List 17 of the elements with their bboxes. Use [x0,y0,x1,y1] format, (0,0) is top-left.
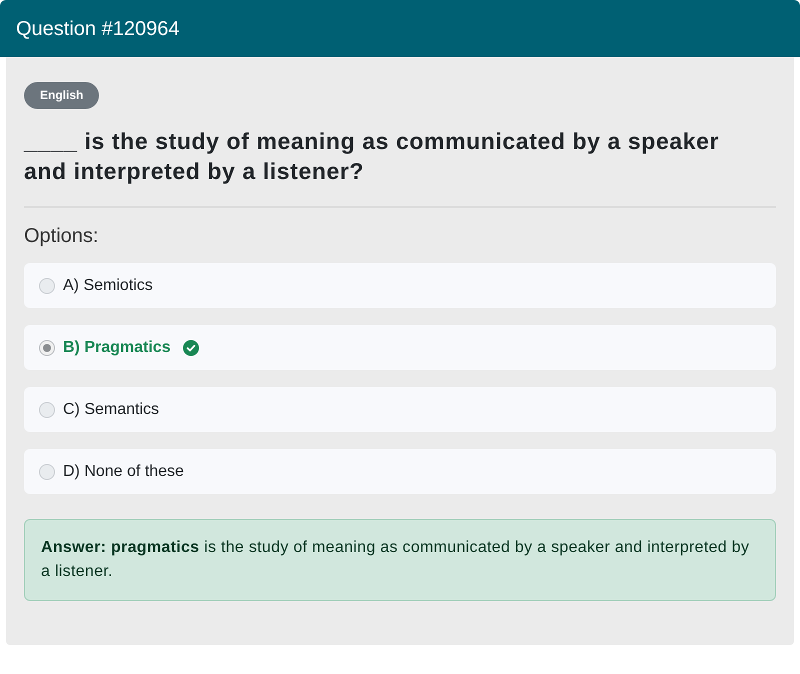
option-label: A) Semiotics [63,276,153,296]
option-row[interactable]: D) None of these [24,449,776,494]
answer-alert: Answer: pragmatics is the study of meaning as communicated by a speaker and interpreted by a listener. [24,519,776,601]
language-badge: English [24,82,100,109]
option-label: B) Pragmatics [63,338,171,358]
option-row[interactable]: A) Semiotics [24,263,776,308]
options-heading: Options: [24,224,100,248]
option-row[interactable]: B) Pragmatics [24,325,776,370]
option-row[interactable]: C) Semantics [24,387,776,432]
page-title: Question #120964 [16,16,180,40]
radio-button[interactable] [39,402,55,418]
question-text: ____ is the study of meaning as communicated by a speaker and interpreted by a listener? [24,127,720,186]
option-label: C) Semantics [63,400,160,420]
radio-button[interactable] [39,278,55,294]
radio-button[interactable] [39,464,55,480]
option-label: D) None of these [63,462,184,482]
radio-button[interactable] [39,340,55,356]
